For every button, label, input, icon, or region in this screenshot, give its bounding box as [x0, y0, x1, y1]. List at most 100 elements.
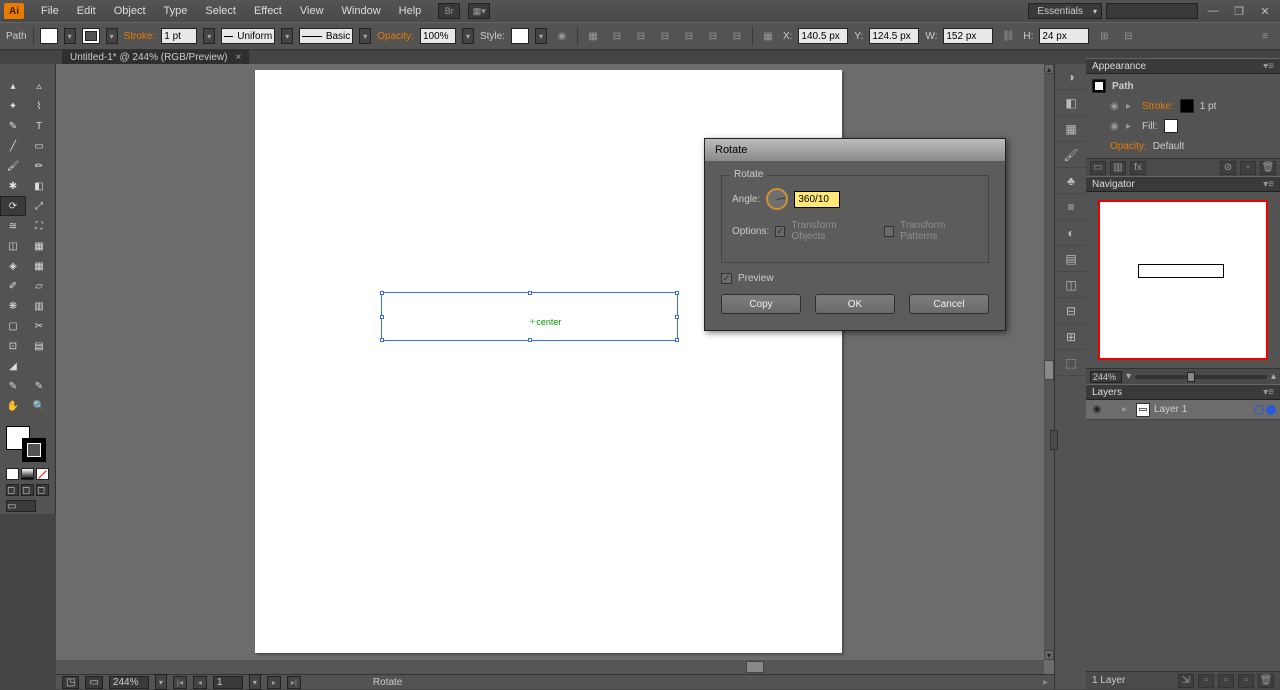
align-left-icon[interactable]: ⊟	[608, 27, 626, 45]
type-tool[interactable]: T	[26, 116, 52, 136]
recolor-icon[interactable]: ◉	[553, 27, 571, 45]
color-panel-icon[interactable]: ◑	[1055, 64, 1087, 90]
stroke-weight-input[interactable]: 1 pt	[161, 28, 197, 44]
menu-object[interactable]: Object	[105, 0, 155, 22]
rotate-tool[interactable]: ⟳	[0, 196, 26, 216]
layer-name[interactable]: Layer 1	[1154, 404, 1187, 415]
fill-dropdown[interactable]: ▾	[64, 28, 76, 44]
minimize-button[interactable]: —	[1202, 4, 1224, 18]
y-input[interactable]: 124.5 px	[869, 28, 919, 44]
menu-file[interactable]: File	[32, 0, 68, 22]
align-top-icon[interactable]: ⊟	[680, 27, 698, 45]
controlbar-menu-icon[interactable]: ≡	[1256, 27, 1274, 45]
status-icon-2[interactable]: ▭	[85, 676, 102, 689]
appearance-icon-1[interactable]: ▭	[1090, 161, 1106, 175]
rectangle-tool[interactable]: ▭	[26, 136, 52, 156]
opacity-input[interactable]: 100%	[420, 28, 456, 44]
prev-artboard-button[interactable]: ◂	[193, 676, 207, 689]
search-field[interactable]	[1106, 3, 1198, 19]
dialog-title-bar[interactable]: Rotate	[705, 139, 1005, 161]
stroke-swatch[interactable]	[82, 28, 100, 44]
layer-visibility-icon[interactable]: ◉	[1090, 403, 1104, 417]
arrange-docs-button[interactable]: ▦▾	[468, 3, 490, 19]
appearance-stroke-label[interactable]: Stroke:	[1142, 101, 1174, 112]
shape-icon-2[interactable]: ⊟	[1119, 27, 1137, 45]
lasso-tool[interactable]: ⌇	[26, 96, 52, 116]
opacity-label[interactable]: Opacity:	[377, 31, 414, 42]
blend-tool[interactable]: ▱	[26, 276, 52, 296]
width-tool[interactable]: ≋	[0, 216, 26, 236]
navigator-zoom-value[interactable]: 244%	[1090, 371, 1122, 383]
layer-selection-icon[interactable]	[1266, 405, 1276, 415]
appearance-opacity-label[interactable]: Opacity:	[1110, 141, 1147, 152]
slice-tool[interactable]: ✂	[26, 316, 52, 336]
status-zoom-dd[interactable]: ▾	[155, 674, 167, 690]
maximize-button[interactable]: ❐	[1228, 4, 1250, 18]
fill-stroke-indicator[interactable]	[6, 426, 46, 462]
bridge-button[interactable]: Br	[438, 3, 460, 19]
color-guide-panel-icon[interactable]: ◧	[1055, 90, 1087, 116]
graphic-styles-panel-icon[interactable]: ◫	[1055, 272, 1087, 298]
appearance-clear-icon[interactable]: ⊘	[1220, 161, 1236, 175]
brush-dd[interactable]: ▾	[359, 28, 371, 44]
align-right-icon[interactable]: ⊟	[656, 27, 674, 45]
status-icon-1[interactable]: ◳	[62, 676, 79, 689]
navigator-panel-header[interactable]: Navigator▾≡	[1086, 176, 1280, 192]
artboard-number[interactable]: 1	[213, 676, 243, 689]
vertical-scrollbar[interactable]: ▴ ▾	[1044, 64, 1054, 660]
scale-tool[interactable]: ⤢	[26, 196, 52, 216]
align-icon-1[interactable]: ▦	[584, 27, 602, 45]
eyedropper-tool[interactable]: ✐	[0, 276, 26, 296]
paintbrush-tool[interactable]: 🖌	[0, 156, 26, 176]
live-paint-tool[interactable]: ▦	[26, 236, 52, 256]
shape-icon-1[interactable]: ⊞	[1095, 27, 1113, 45]
opacity-dd[interactable]: ▾	[462, 28, 474, 44]
artboard-dd[interactable]: ▾	[249, 674, 261, 690]
stroke-color-chip[interactable]	[1180, 99, 1194, 113]
hand-tool[interactable]: ✋	[0, 396, 26, 416]
magic-wand-tool[interactable]: ✦	[0, 96, 26, 116]
navigator-preview[interactable]	[1098, 200, 1268, 360]
expand-arrow-icon[interactable]: ▸	[1126, 101, 1136, 112]
menu-effect[interactable]: Effect	[245, 0, 291, 22]
ok-button[interactable]: OK	[815, 294, 895, 314]
color-mode-icon[interactable]	[6, 468, 19, 480]
transform-panel-icon[interactable]: ⊞	[1055, 324, 1087, 350]
align-bottom-icon[interactable]: ⊟	[728, 27, 746, 45]
free-transform-tool[interactable]: ⛶	[26, 216, 52, 236]
scroll-down-arrow[interactable]: ▾	[1044, 650, 1054, 660]
vscroll-thumb[interactable]	[1044, 360, 1054, 380]
menu-edit[interactable]: Edit	[68, 0, 105, 22]
appearance-menu-icon[interactable]: ▾≡	[1263, 61, 1274, 72]
layers-panel-header[interactable]: Layers▾≡	[1086, 384, 1280, 400]
screen-mode-icon[interactable]: ▭	[6, 500, 36, 512]
stroke-panel-icon[interactable]: ≡	[1055, 194, 1087, 220]
direct-selection-tool[interactable]: ▵	[26, 76, 52, 96]
horizontal-scrollbar[interactable]	[56, 660, 1044, 674]
layers-icon-2[interactable]: ▫	[1198, 674, 1214, 688]
stroke-color-swatch[interactable]	[22, 438, 46, 462]
appearance-icon-2[interactable]: ▥	[1110, 161, 1126, 175]
layer-target-icon[interactable]	[1254, 405, 1264, 415]
draw-normal-icon[interactable]: ◻	[6, 484, 19, 496]
layers-new-sublayer-icon[interactable]: ▫	[1218, 674, 1234, 688]
fill-color-chip[interactable]	[1164, 119, 1178, 133]
stroke-dropdown[interactable]: ▾	[106, 28, 118, 44]
appearance-trash-icon[interactable]: 🗑	[1260, 161, 1276, 175]
zoom-tool[interactable]: 🔍	[26, 396, 52, 416]
eye-icon[interactable]: ◉	[1110, 101, 1120, 112]
line-tool[interactable]: ╱	[0, 136, 26, 156]
appearance-new-icon[interactable]: ▫	[1240, 161, 1256, 175]
dock-grip[interactable]	[1050, 430, 1058, 450]
preview-checkbox[interactable]: ✓	[721, 273, 732, 284]
selected-rectangle[interactable]: center	[381, 292, 678, 341]
selection-tool[interactable]: ▴	[0, 76, 26, 96]
copy-button[interactable]: Copy	[721, 294, 801, 314]
pathfinder-panel-icon[interactable]: ⬚	[1055, 350, 1087, 376]
swatches-panel-icon[interactable]: ▦	[1055, 116, 1087, 142]
next-artboard-button[interactable]: ▸	[267, 676, 281, 689]
layers-icon-1[interactable]: ⇲	[1178, 674, 1194, 688]
layer-expand-arrow[interactable]: ▸	[1122, 404, 1132, 415]
symbols-panel-icon[interactable]: ♣	[1055, 168, 1087, 194]
menu-help[interactable]: Help	[390, 0, 431, 22]
